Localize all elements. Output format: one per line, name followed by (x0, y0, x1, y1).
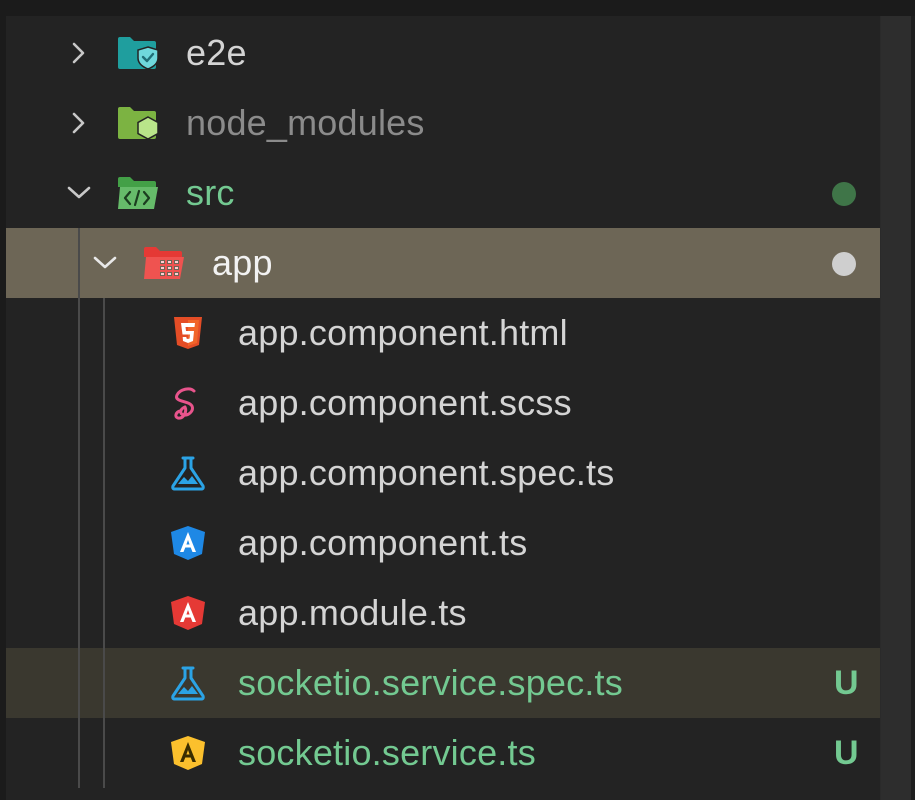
tree-item-app-component-spec-ts[interactable]: app.component.spec.ts (6, 438, 880, 508)
top-edge (0, 0, 915, 16)
untracked-status-badge: U (834, 664, 859, 702)
file-explorer: e2e node_modules src app app.component.h… (0, 0, 915, 800)
angular-module-icon (168, 595, 208, 631)
modified-dot-icon (832, 252, 856, 276)
tree-item-src[interactable]: src (6, 158, 880, 228)
tree-item-app[interactable]: app (6, 228, 880, 298)
tree-item-app-component-scss[interactable]: app.component.scss (6, 368, 880, 438)
chevron-right-icon[interactable] (66, 110, 92, 136)
tree-item-label: node_modules (186, 102, 425, 143)
tree-item-app-component-html[interactable]: app.component.html (6, 298, 880, 368)
tree-item-label: app.module.ts (238, 592, 467, 633)
sass-icon (168, 385, 208, 421)
angular-service-icon (168, 735, 208, 771)
indent-guide (103, 298, 105, 788)
test-flask-icon (168, 455, 208, 491)
tree-item-label: app (212, 242, 273, 283)
tree-item-label: app.component.ts (238, 522, 528, 563)
chevron-right-icon[interactable] (66, 40, 92, 66)
test-flask-icon (168, 665, 208, 701)
tree-item-socketio-service-ts[interactable]: socketio.service.ts U (6, 718, 880, 788)
html5-icon (168, 315, 208, 351)
scrollbar-thumb[interactable] (881, 16, 911, 800)
tree-item-socketio-service-spec-ts[interactable]: socketio.service.spec.ts U (6, 648, 880, 718)
tree-item-label: src (186, 172, 235, 213)
node-folder-icon (116, 105, 160, 141)
e2e-folder-icon (116, 35, 160, 71)
tree-item-label: socketio.service.ts (238, 732, 536, 773)
modified-dot-icon (832, 182, 856, 206)
tree-item-label: e2e (186, 32, 247, 73)
tree-item-label: app.component.scss (238, 382, 572, 423)
chevron-down-icon[interactable] (66, 180, 92, 206)
untracked-status-badge: U (834, 734, 859, 772)
app-folder-icon (142, 245, 186, 281)
tree-item-e2e[interactable]: e2e (6, 18, 880, 88)
tree-item-node-modules[interactable]: node_modules (6, 88, 880, 158)
src-folder-icon (116, 175, 160, 211)
tree-item-app-component-ts[interactable]: app.component.ts (6, 508, 880, 578)
chevron-down-icon[interactable] (92, 250, 118, 276)
tree-item-label: socketio.service.spec.ts (238, 662, 623, 703)
tree-item-label: app.component.spec.ts (238, 452, 615, 493)
indent-guide (78, 228, 80, 788)
tree-item-app-module-ts[interactable]: app.module.ts (6, 578, 880, 648)
tree-item-label: app.component.html (238, 312, 568, 353)
angular-component-icon (168, 525, 208, 561)
